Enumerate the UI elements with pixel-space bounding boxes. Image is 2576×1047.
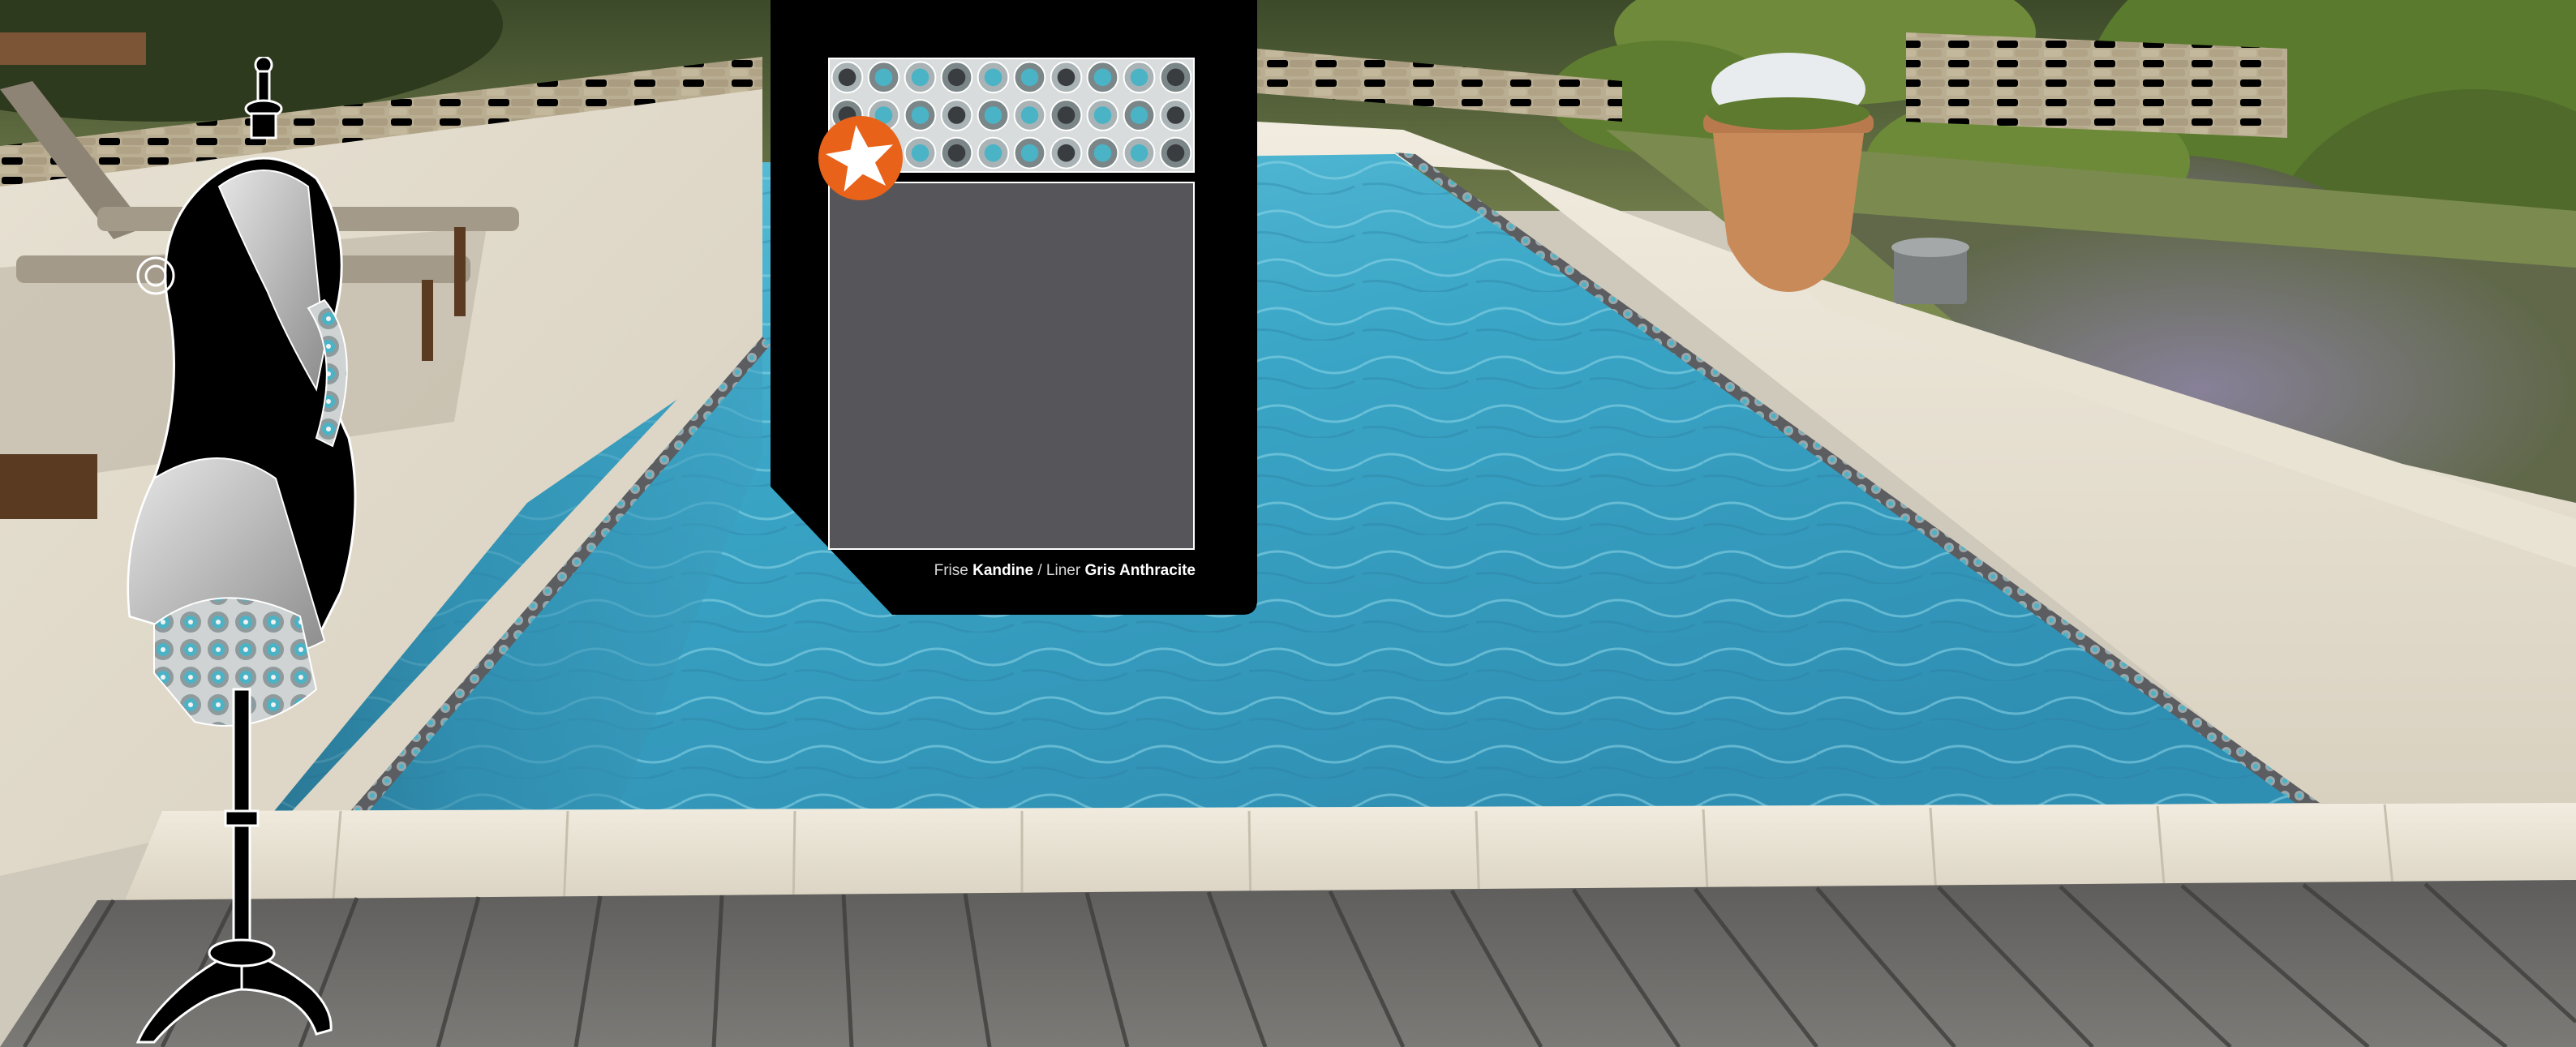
mosaic-tile-center [911, 68, 930, 87]
mosaic-tile-center [1130, 68, 1148, 87]
caption-separator: / [1037, 562, 1042, 579]
mosaic-tile-center [984, 106, 1002, 124]
mosaic-tile-center [1020, 144, 1039, 162]
star-icon [818, 116, 903, 200]
liner-gris-anthracite-swatch [828, 182, 1195, 550]
dress-form-icon [127, 57, 357, 1044]
product-card [771, 0, 1257, 615]
mosaic-tile-center [947, 68, 966, 87]
mosaic-tile-center [947, 144, 966, 162]
mosaic-tile-center [947, 106, 966, 124]
mosaic-tile-center [911, 106, 930, 124]
mosaic-tile-center [838, 68, 857, 87]
liner-label: Liner [1045, 562, 1081, 579]
product-caption: Frise Kandine / Liner Gris Anthracite [878, 562, 1196, 580]
mosaic-tile-center [1057, 144, 1075, 162]
mosaic-tile-center [1020, 68, 1039, 87]
mosaic-tile-center [1093, 68, 1112, 87]
liner-name: Gris Anthracite [1084, 562, 1196, 579]
frise-label: Frise [934, 562, 968, 579]
mosaic-tile-center [1166, 106, 1185, 124]
mosaic-tile-center [874, 68, 893, 87]
mosaic-tile-center [911, 144, 930, 162]
mosaic-tile-center [1130, 144, 1148, 162]
mosaic-tile-center [1057, 68, 1075, 87]
mosaic-tile-center [1093, 144, 1112, 162]
mosaic-tile-center [1020, 106, 1039, 124]
mosaic-tile-center [1166, 68, 1185, 87]
mosaic-tile-center [1093, 106, 1112, 124]
pool-scene: Frise Kandine / Liner Gris Anthracite [0, 0, 2576, 1047]
mosaic-tile-center [984, 68, 1002, 87]
frise-name: Kandine [972, 562, 1034, 579]
mosaic-tile-center [1130, 106, 1148, 124]
mosaic-tile-center [1166, 144, 1185, 162]
mosaic-tile-center [984, 144, 1002, 162]
mosaic-tile-center [1057, 106, 1075, 124]
